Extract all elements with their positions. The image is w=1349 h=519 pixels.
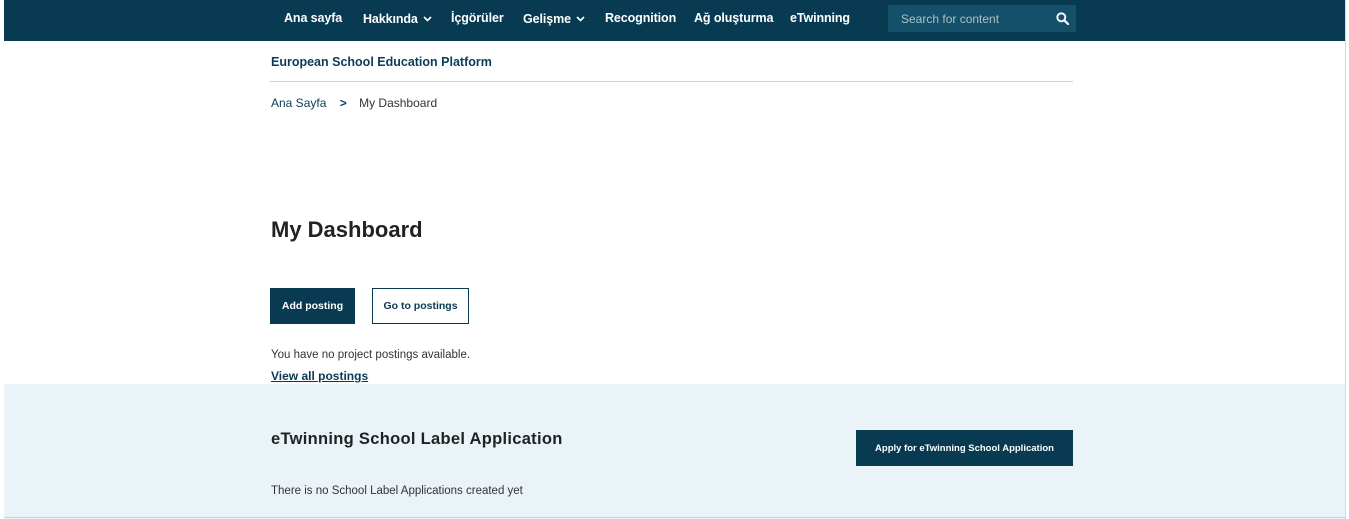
apply-school-label-button[interactable]: Apply for eTwinning School Application <box>856 430 1073 466</box>
header-divider <box>270 81 1073 82</box>
chevron-down-icon <box>576 11 585 25</box>
add-posting-button[interactable]: Add posting <box>270 288 355 324</box>
nav-item-recognition[interactable]: Recognition <box>605 11 676 25</box>
breadcrumb-home-link[interactable]: Ana Sayfa <box>271 96 326 110</box>
no-postings-message: You have no project postings available. <box>271 349 471 361</box>
go-to-postings-button[interactable]: Go to postings <box>372 288 469 324</box>
school-label-section <box>4 384 1345 519</box>
nav-item-development-label: Gelişme <box>523 12 571 26</box>
no-school-labels-message: There is no School Label Applications cr… <box>271 485 523 497</box>
nav-item-about[interactable]: Hakkında <box>363 11 432 26</box>
nav-item-networking[interactable]: Ağ oluşturma <box>694 11 773 25</box>
nav-item-about-label: Hakkında <box>363 12 418 26</box>
platform-title[interactable]: European School Education Platform <box>271 55 492 69</box>
page-title: My Dashboard <box>271 217 423 242</box>
search-button[interactable] <box>1048 5 1076 32</box>
bottom-divider <box>4 517 1345 518</box>
top-navigation-bar: Ana sayfa Hakkında İçgörüler Gelişme Rec… <box>4 0 1345 41</box>
search-icon <box>1055 12 1069 25</box>
chevron-down-icon <box>423 11 432 25</box>
breadcrumb-current: My Dashboard <box>359 96 438 110</box>
view-all-postings-link[interactable]: View all postings <box>271 369 368 383</box>
window-edge <box>1345 0 1349 519</box>
breadcrumb-separator-icon: > <box>339 96 347 110</box>
school-label-title: eTwinning School Label Application <box>271 430 563 448</box>
nav-item-etwinning[interactable]: eTwinning <box>790 11 850 25</box>
search-input[interactable] <box>888 5 1048 32</box>
nav-item-home[interactable]: Ana sayfa <box>284 11 342 25</box>
breadcrumb: Ana Sayfa > My Dashboard <box>271 96 437 110</box>
nav-item-development[interactable]: Gelişme <box>523 11 585 26</box>
nav-item-insights[interactable]: İçgörüler <box>451 11 504 25</box>
